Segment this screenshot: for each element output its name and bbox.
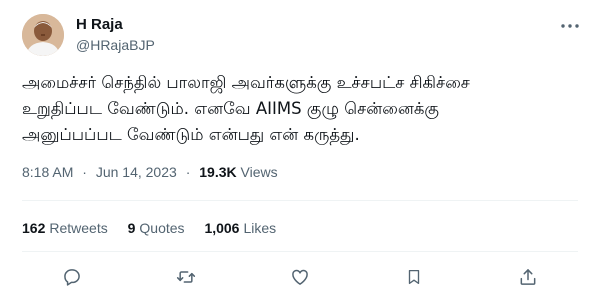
share-icon[interactable] <box>516 265 540 289</box>
views-count: 19.3K <box>199 164 237 180</box>
tweet-time[interactable]: 8:18 AM <box>22 164 73 180</box>
tweet-meta: 8:18 AM · Jun 14, 2023 · 19.3K Views <box>22 164 278 180</box>
author-handle[interactable]: @HRajaBJP <box>76 37 155 53</box>
bookmark-icon[interactable] <box>402 265 426 289</box>
like-icon[interactable] <box>288 265 312 289</box>
retweets-count: 162 <box>22 220 46 236</box>
divider <box>22 251 578 252</box>
tweet-card: H Raja @HRajaBJP அமைச்சர் செந்தில் பாலாஜ… <box>0 0 600 300</box>
retweets-stat[interactable]: 162 Retweets <box>22 220 108 236</box>
action-bar <box>60 264 540 290</box>
engagement-stats: 162 Retweets 9 Quotes 1,006 Likes <box>22 220 292 236</box>
retweet-icon[interactable] <box>174 265 198 289</box>
tweet-text: அமைச்சர் செந்தில் பாலாஜி அவர்களுக்கு உச்… <box>22 70 582 148</box>
avatar[interactable] <box>22 14 64 56</box>
likes-stat[interactable]: 1,006 Likes <box>204 220 276 236</box>
likes-label: Likes <box>243 220 277 236</box>
tweet-text-line: உறுதிப்பட வேண்டும். எனவே AIIMS குழு சென்… <box>22 99 439 118</box>
reply-icon[interactable] <box>60 265 84 289</box>
more-options-icon[interactable] <box>558 14 582 38</box>
meta-separator: · <box>82 164 87 180</box>
avatar-image <box>22 14 64 56</box>
tweet-date[interactable]: Jun 14, 2023 <box>96 164 177 180</box>
quotes-stat[interactable]: 9 Quotes <box>128 220 185 236</box>
meta-separator: · <box>185 164 191 180</box>
quotes-label: Quotes <box>139 220 185 236</box>
tweet-text-line: அனுப்பப்பட வேண்டும் என்பது என் கருத்து. <box>22 125 360 144</box>
author-display-name[interactable]: H Raja <box>76 16 123 33</box>
likes-count: 1,006 <box>204 220 240 236</box>
views-label: Views <box>240 164 278 180</box>
quotes-count: 9 <box>127 220 136 236</box>
retweets-label: Retweets <box>49 220 108 236</box>
divider <box>22 200 578 201</box>
tweet-text-line: அமைச்சர் செந்தில் பாலாஜி அவர்களுக்கு உச்… <box>22 73 470 92</box>
